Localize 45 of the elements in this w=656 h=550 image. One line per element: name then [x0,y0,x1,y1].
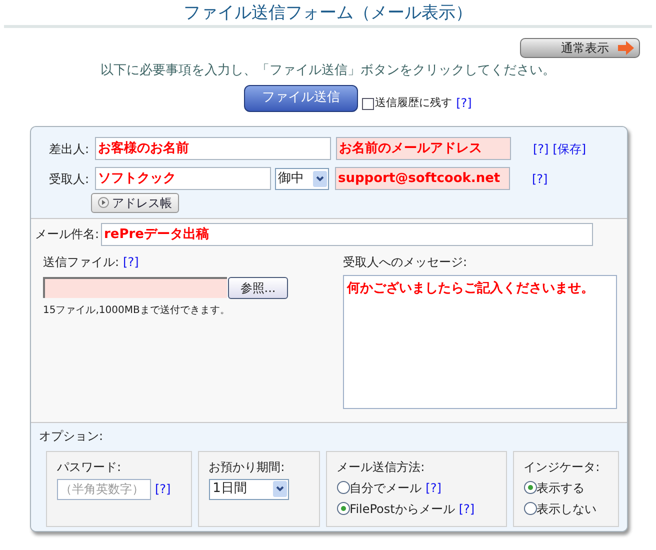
help-link[interactable]: [?] [155,480,171,498]
input-field[interactable]: ソフトクック [95,167,271,190]
option-label: インジケータ: [524,458,601,476]
radio-button[interactable] [524,481,537,494]
play-circle-icon [98,197,109,208]
help-link[interactable]: [?] [426,478,442,496]
radio-label: FilePostからメール [350,500,455,518]
note-text: 15ファイル,1000MBまで送付できます。 [43,304,231,318]
field-label: 差出人: [49,140,90,158]
input-field[interactable]: rePreデータ出稿 [101,222,593,246]
help-link[interactable]: [?] [123,252,139,270]
radio-button[interactable] [524,502,537,515]
section-label: オプション: [39,428,104,444]
option-label: パスワード: [57,458,122,476]
radio-button[interactable] [336,481,350,494]
page-title: ファイル送信フォーム（メール表示） [182,2,474,25]
password-field[interactable]: （半角英数字） [57,478,151,500]
right-arrow-icon [617,41,635,55]
normal-view-button[interactable]: 通常表示 [520,38,640,58]
radio-button[interactable] [336,502,350,515]
radio-label: 表示する [536,480,585,496]
browse-button[interactable]: 参照... [228,276,288,298]
help-link[interactable]: [?] [532,170,548,188]
field-label: 送信ファイル: [43,254,120,270]
radio-label: 表示しない [536,500,597,518]
help-link[interactable]: [?] [458,500,475,518]
honorific-select[interactable]: 御中 [275,168,329,190]
field-label: メール件名: [35,226,100,243]
option-label: お預かり期間: [208,458,286,476]
checkbox-label: 送信履歴に残す [375,95,452,111]
period-select[interactable]: 1日間 [208,478,289,500]
input-field[interactable]: お客様のお名前 [95,137,331,160]
help-link[interactable]: [?] [456,94,472,112]
field-label: 受取人へのメッセージ: [343,254,468,270]
message-textarea[interactable]: 何かございましたらご記入くださいませ。 [343,274,617,408]
save-link[interactable]: [保存] [552,140,586,158]
send-button[interactable]: ファイル送信 [244,84,358,112]
address-book-button[interactable]: アドレス帳 [91,192,179,212]
option-label: メール送信方法: [336,458,426,476]
checkbox[interactable] [362,98,374,110]
help-link[interactable]: [?] [533,140,549,158]
instruction-text: 以下に必要事項を入力し、「ファイル送信」ボタンをクリックしてください。 [100,62,556,80]
radio-label: 自分でメール [350,480,422,496]
file-input-field[interactable] [43,277,227,298]
field-label: 受取人: [49,170,90,188]
